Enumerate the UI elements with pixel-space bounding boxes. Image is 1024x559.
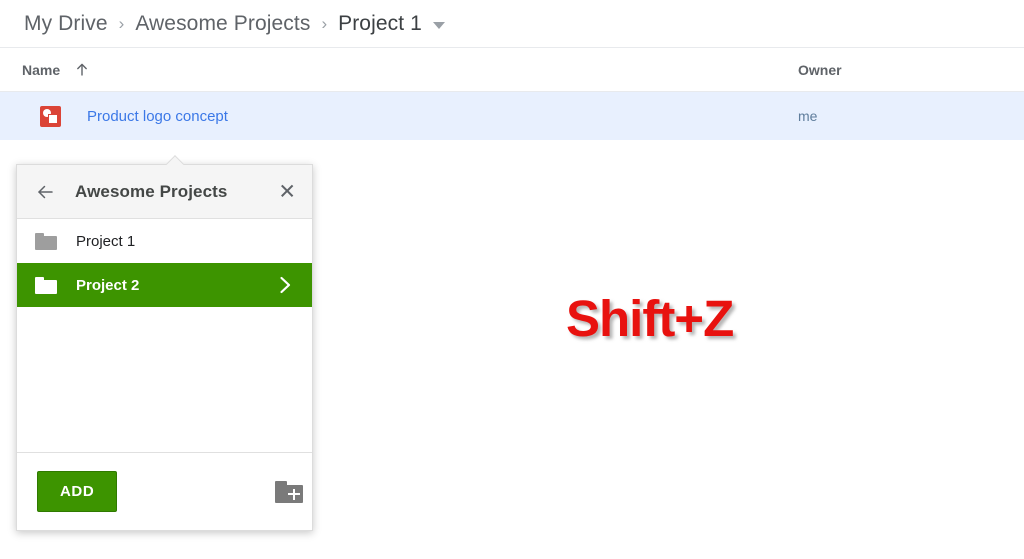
move-to-folder-popup: Awesome Projects ✕ Project 1 Project 2 A… [16,164,313,531]
breadcrumb-separator: › [321,14,328,33]
add-button[interactable]: ADD [37,471,118,512]
table-header: Name Owner [0,48,1024,92]
breadcrumb-item-project-1[interactable]: Project 1 [338,12,422,36]
column-header-name[interactable]: Name [22,62,90,78]
folder-icon-body [35,235,57,250]
popup-title: Awesome Projects [75,181,228,201]
shortcut-overlay-text: Shift+Z [566,290,734,347]
table-row[interactable]: Product logo concept me [0,92,1024,140]
arrow-left-icon[interactable] [31,178,59,206]
list-item-label: Project 1 [76,232,136,250]
folder-icon-body [35,279,57,294]
folder-list-empty-space [17,307,312,452]
drawing-icon-square [48,113,58,124]
list-item-project-2[interactable]: Project 2 [17,263,312,307]
new-folder-icon-plus-horizontal [288,493,300,495]
breadcrumb-item-my-drive[interactable]: My Drive [24,12,108,36]
new-folder-icon[interactable] [275,480,303,503]
folder-icon [35,276,57,294]
popup-pointer-caret [166,155,184,165]
google-drawing-icon [40,105,61,127]
arrow-up-icon[interactable] [74,62,90,78]
caret-down-icon[interactable] [432,21,445,29]
list-item-project-1[interactable]: Project 1 [17,219,312,263]
breadcrumb-item-awesome-projects[interactable]: Awesome Projects [135,12,310,36]
file-name-link[interactable]: Product logo concept [87,108,228,125]
breadcrumb-separator: › [118,14,125,33]
column-header-name-label: Name [22,61,61,78]
file-owner: me [798,108,818,124]
popup-footer: ADD [17,452,312,530]
breadcrumb: My Drive › Awesome Projects › Project 1 [0,0,1024,48]
folder-icon [35,232,57,250]
folder-list: Project 1 Project 2 [17,219,312,452]
list-item-label: Project 2 [76,276,140,294]
column-header-owner[interactable]: Owner [798,62,842,78]
close-icon[interactable]: ✕ [278,181,296,202]
chevron-right-icon[interactable] [274,274,296,296]
popup-header: Awesome Projects ✕ [17,165,312,219]
